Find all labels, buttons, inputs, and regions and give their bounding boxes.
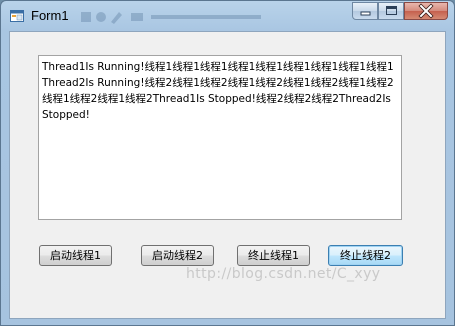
minimize-button[interactable] xyxy=(352,2,378,20)
window-title: Form1 xyxy=(31,8,69,23)
title-bar[interactable]: Form1 xyxy=(1,1,454,31)
start-thread2-button[interactable]: 启动线程2 xyxy=(141,245,214,266)
close-icon xyxy=(418,3,434,19)
stop-thread1-button[interactable]: 终止线程1 xyxy=(237,245,310,266)
maximize-icon xyxy=(386,6,397,15)
output-textbox[interactable]: Thread1Is Running!线程1线程1线程1线程1线程1线程1线程1线… xyxy=(38,55,402,220)
form-app-icon xyxy=(10,10,24,22)
start-thread1-button[interactable]: 启动线程1 xyxy=(39,245,112,266)
close-button[interactable] xyxy=(404,2,448,20)
blog-watermark: http://blog.csdn.net/C_xyy xyxy=(186,266,381,282)
main-window: Form1 Thread1Is Running!线程1线程1线程1线程1线程1线… xyxy=(0,0,455,326)
background-toolbar-icons xyxy=(81,12,261,24)
minimize-icon xyxy=(360,11,371,16)
maximize-button[interactable] xyxy=(378,2,404,20)
stop-thread2-button[interactable]: 终止线程2 xyxy=(328,245,403,266)
